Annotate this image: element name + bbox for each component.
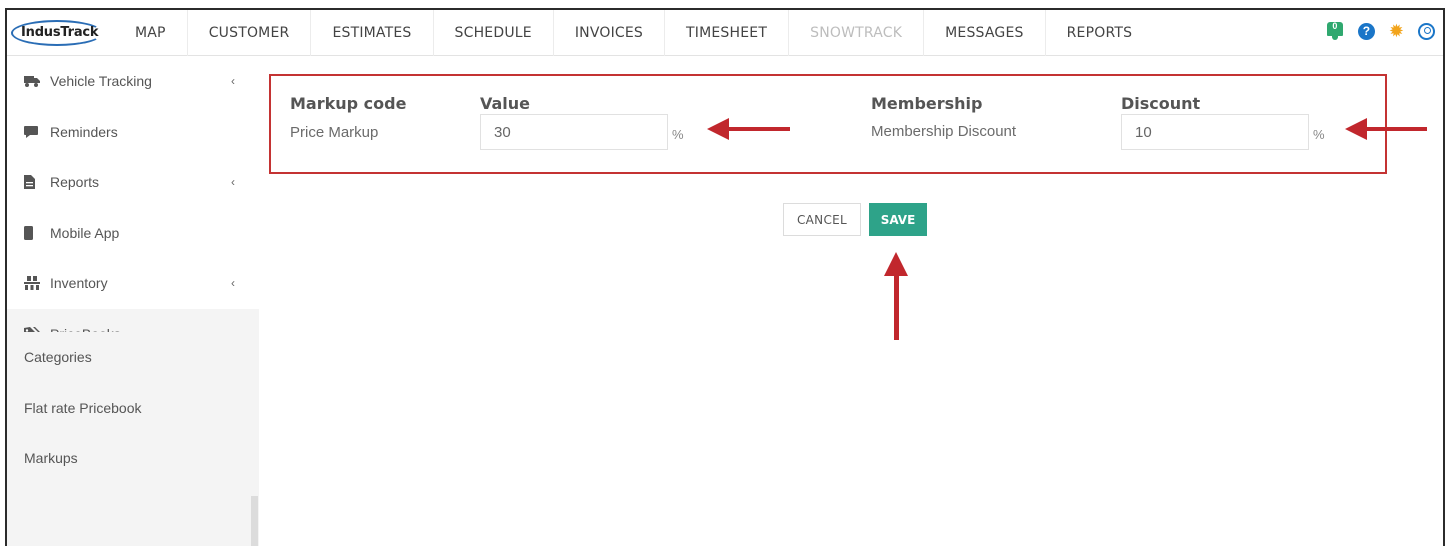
nav-item-messages[interactable]: MESSAGES	[924, 10, 1046, 56]
save-button[interactable]: SAVE	[869, 203, 927, 236]
nav-item-schedule[interactable]: SCHEDULE	[434, 10, 554, 56]
sidebar-subitem-categories[interactable]: Categories	[7, 332, 259, 383]
sidebar-item-mobile-app[interactable]: Mobile App	[7, 208, 259, 259]
sidebar-item-reports[interactable]: Reports ‹	[7, 157, 259, 208]
markup-code-value: Price Markup	[290, 124, 379, 141]
value-unit: %	[672, 127, 684, 142]
truck-icon	[24, 75, 44, 88]
mobile-icon	[24, 225, 44, 240]
sidebar-item-vehicle-tracking[interactable]: Vehicle Tracking ‹	[7, 56, 259, 107]
nav-item-map[interactable]: MAP	[115, 10, 188, 56]
notification-count: 0	[1332, 21, 1338, 31]
membership-value: Membership Discount	[871, 123, 1017, 140]
user-account-icon[interactable]	[1418, 22, 1435, 40]
sidebar-subitem-markups[interactable]: Markups	[7, 433, 259, 484]
chevron-left-icon: ‹	[231, 276, 235, 291]
discount-label: Discount	[1121, 94, 1201, 113]
markup-code-label: Markup code	[290, 94, 407, 113]
sidebar-item-label: Reports	[50, 174, 100, 191]
cancel-button[interactable]: CANCEL	[783, 203, 861, 236]
logo-text: IndusTrack	[21, 25, 99, 40]
annotation-arrow-save	[884, 252, 908, 340]
value-label: Value	[480, 94, 531, 113]
file-icon	[24, 175, 44, 190]
comment-icon	[24, 125, 44, 138]
sidebar: Vehicle Tracking ‹ Reminders Reports ‹ M…	[7, 56, 259, 546]
chevron-left-icon: ‹	[231, 74, 235, 89]
annotation-arrow-value	[707, 118, 790, 140]
sidebar-item-reminders[interactable]: Reminders	[7, 107, 259, 158]
markup-value-input[interactable]	[480, 114, 668, 150]
nav-icon-group: 0 ? ✹	[1326, 20, 1435, 42]
sidebar-item-inventory[interactable]: Inventory ‹	[7, 258, 259, 309]
app-window: IndusTrack MAP CUSTOMER ESTIMATES SCHEDU…	[5, 8, 1445, 546]
notification-bell-icon[interactable]: 0	[1326, 20, 1344, 42]
warehouse-icon	[24, 276, 44, 291]
industrack-logo[interactable]: IndusTrack	[7, 10, 115, 56]
sidebar-item-label: Vehicle Tracking	[50, 73, 152, 90]
nav-item-timesheet[interactable]: TIMESHEET	[665, 10, 790, 56]
discount-unit: %	[1313, 127, 1325, 142]
nav-item-customer[interactable]: CUSTOMER	[188, 10, 312, 56]
chevron-left-icon: ‹	[231, 175, 235, 190]
nav-item-snowtrack: SNOWTRACK	[789, 10, 925, 56]
pricebooks-submenu: Categories Flat rate Pricebook Markups	[7, 332, 259, 546]
sidebar-item-label: Reminders	[50, 123, 118, 140]
settings-gear-icon[interactable]: ✹	[1389, 22, 1404, 40]
sidebar-subitem-flat-rate-pricebook[interactable]: Flat rate Pricebook	[7, 383, 259, 434]
annotation-arrow-discount	[1345, 118, 1427, 140]
top-navigation-bar: IndusTrack MAP CUSTOMER ESTIMATES SCHEDU…	[7, 10, 1443, 56]
help-icon[interactable]: ?	[1357, 22, 1375, 40]
sidebar-scrollbar[interactable]	[251, 496, 258, 546]
nav-menu: MAP CUSTOMER ESTIMATES SCHEDULE INVOICES…	[115, 10, 1153, 56]
sidebar-item-label: Inventory	[50, 275, 108, 292]
nav-item-invoices[interactable]: INVOICES	[554, 10, 666, 56]
sidebar-item-label: Mobile App	[50, 224, 120, 241]
nav-item-estimates[interactable]: ESTIMATES	[311, 10, 434, 56]
nav-item-reports[interactable]: REPORTS	[1046, 10, 1154, 56]
discount-input[interactable]	[1121, 114, 1309, 150]
membership-label: Membership	[871, 94, 983, 113]
